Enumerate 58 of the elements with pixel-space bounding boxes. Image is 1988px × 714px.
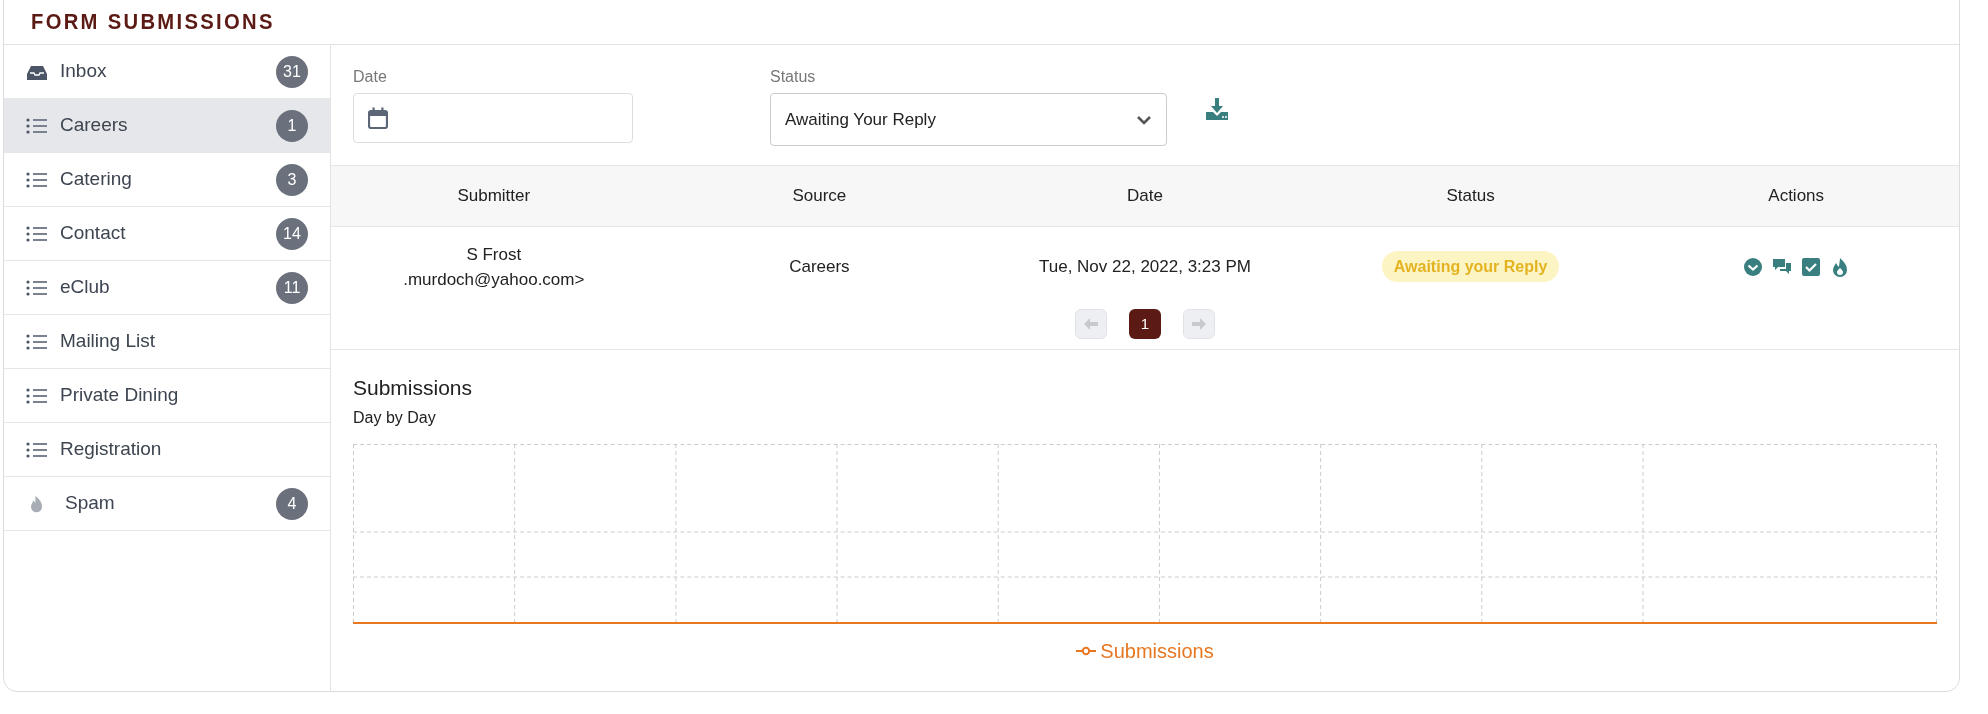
checkbox-button[interactable]	[1800, 257, 1821, 277]
column-header: Actions	[1767, 185, 1826, 208]
page-title: FORM SUBMISSIONS	[31, 8, 275, 36]
status-select[interactable]: Awaiting Your Reply	[770, 93, 1167, 146]
list-icon	[26, 278, 48, 297]
sidebar-item-label: Mailing List	[60, 329, 156, 354]
list-icon	[26, 170, 48, 189]
sidebar-item[interactable]: Private Dining	[4, 369, 330, 423]
sidebar-item-label: Contact	[60, 221, 126, 246]
count-badge: 1	[276, 109, 308, 142]
status-label: Status	[770, 67, 817, 87]
sidebar-item[interactable]: Mailing List	[4, 315, 330, 369]
sidebar-item-label: Inbox	[60, 59, 107, 84]
sidebar-item-label: Careers	[60, 113, 128, 138]
count-badge: 14	[276, 217, 308, 250]
arrow-right-icon	[1191, 317, 1207, 331]
calendar-icon	[368, 107, 388, 129]
date-field[interactable]	[353, 93, 633, 143]
chart-title: Submissions	[353, 375, 474, 401]
sidebar-item-label: Catering	[60, 167, 132, 192]
date-label: Date	[353, 67, 388, 87]
column-header: Status	[1445, 185, 1496, 208]
count-badge: 4	[276, 487, 308, 520]
column-header: Date	[1126, 185, 1164, 208]
flame-icon	[31, 494, 42, 513]
list-icon	[26, 386, 48, 405]
list-icon	[26, 440, 48, 459]
chart-subtitle: Day by Day	[353, 407, 437, 428]
sidebar-item[interactable]: Careers 1	[4, 99, 330, 153]
legend-marker-icon	[1076, 645, 1097, 656]
submitter-text: S Frost	[465, 243, 523, 266]
status-badge: Awaiting your Reply	[1381, 251, 1560, 283]
count-badge: 3	[276, 163, 308, 196]
column-header: Submitter	[456, 185, 532, 208]
column-header: Source	[791, 185, 848, 208]
sidebar-item[interactable]: Spam 4	[4, 477, 330, 531]
sidebar-item-label: Private Dining	[60, 383, 179, 408]
date-text: Tue, Nov 22, 2022, 3:23 PM	[1039, 257, 1251, 277]
legend-label: Submissions	[1100, 638, 1214, 664]
submitter-text: .murdoch@yahoo.com>	[402, 269, 586, 291]
source-text: Careers	[789, 257, 850, 277]
sidebar-item[interactable]: Registration	[4, 423, 330, 477]
list-icon	[26, 332, 48, 351]
sidebar-item[interactable]: Catering 3	[4, 153, 330, 207]
count-badge: 31	[276, 55, 308, 88]
sidebar-item-label: eClub	[60, 275, 110, 300]
sidebar-item-label: Spam	[65, 491, 115, 516]
list-icon	[26, 116, 48, 135]
sidebar-item-label: Registration	[60, 437, 162, 462]
download-button[interactable]	[1205, 97, 1229, 121]
sidebar-item[interactable]: Contact 14	[4, 207, 330, 261]
page-number-button[interactable]: 1	[1129, 309, 1161, 339]
chevron-down-icon	[1136, 114, 1152, 125]
list-icon	[26, 224, 48, 243]
count-badge: 11	[276, 271, 308, 304]
check-circle-button[interactable]	[1742, 257, 1763, 277]
arrow-left-icon	[1083, 317, 1099, 331]
sidebar-item[interactable]: eClub 11	[4, 261, 330, 315]
